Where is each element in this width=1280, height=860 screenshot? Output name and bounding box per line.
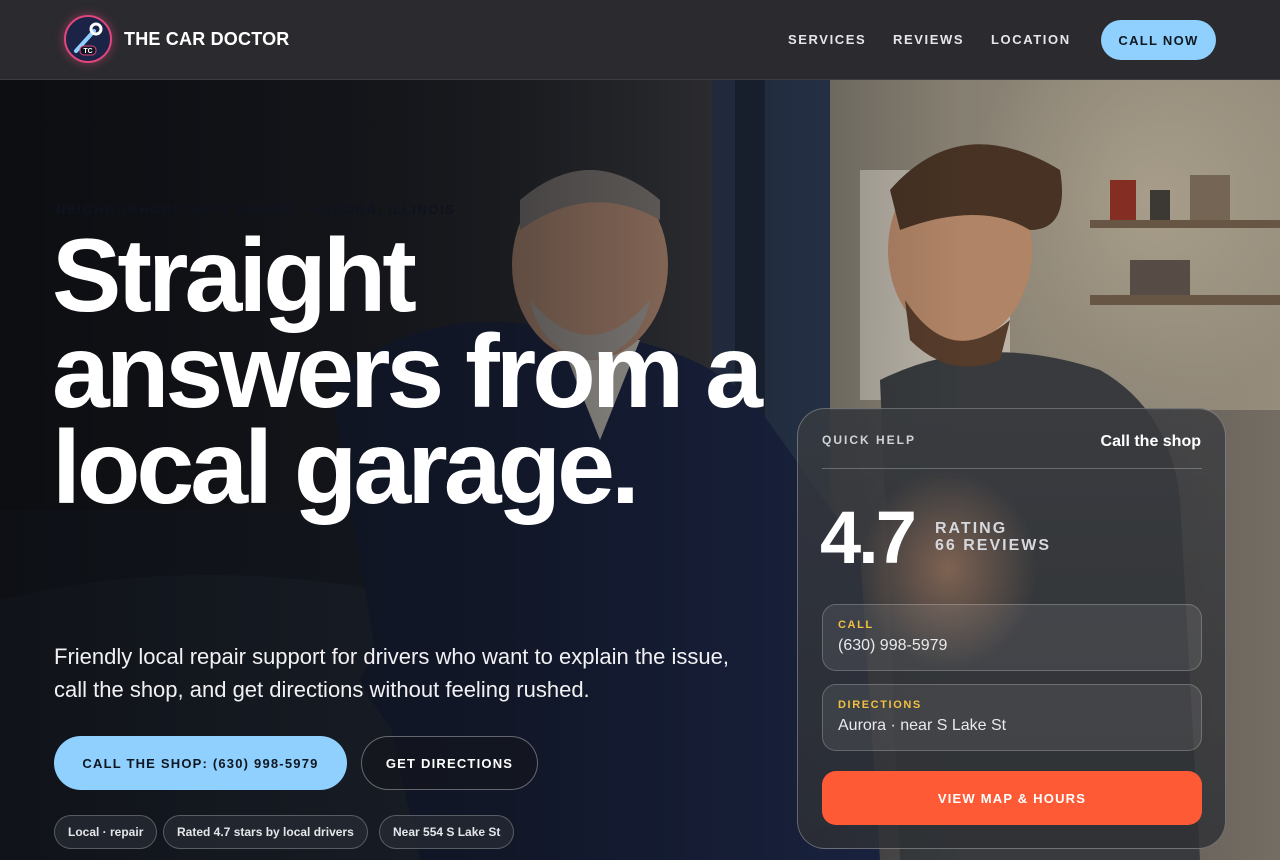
get-directions-button[interactable]: GET DIRECTIONS <box>361 736 538 790</box>
logo-initials: TC <box>83 48 92 55</box>
rating-value: 4.7 <box>820 496 917 579</box>
hero-section: NEIGHBORHOOD AUTO REPAIR · AURORA, ILLIN… <box>0 80 1280 860</box>
hero-eyebrow: NEIGHBORHOOD AUTO REPAIR · AURORA, ILLIN… <box>56 202 456 217</box>
logo-icon[interactable]: TC <box>64 15 112 63</box>
call-phone: (630) 998-5979 <box>838 637 948 654</box>
rating-label: RATING <box>935 520 1008 537</box>
directions-address: Aurora · near S Lake St <box>838 717 1007 734</box>
quick-help-card: QUICK HELP Call the shop 4.7 RATING 66 R… <box>797 408 1226 849</box>
quick-help-kicker: QUICK HELP <box>822 433 917 447</box>
call-shop-button[interactable]: CALL THE SHOP: (630) 998-5979 <box>54 736 347 790</box>
call-label: CALL <box>838 619 874 631</box>
nav-location[interactable]: LOCATION <box>991 32 1071 47</box>
brand-name[interactable]: THE CAR DOCTOR <box>124 29 289 50</box>
call-info-box[interactable]: CALL (630) 998-5979 <box>822 604 1202 671</box>
nav-services[interactable]: SERVICES <box>788 32 866 47</box>
view-map-hours-button[interactable]: VIEW MAP & HOURS <box>822 771 1202 825</box>
directions-info-box[interactable]: DIRECTIONS Aurora · near S Lake St <box>822 684 1202 751</box>
chip-rating: Rated 4.7 stars by local drivers <box>163 815 368 849</box>
nav-reviews[interactable]: REVIEWS <box>893 32 964 47</box>
hero-subcopy: Friendly local repair support for driver… <box>54 644 729 702</box>
directions-label: DIRECTIONS <box>838 699 922 711</box>
chip-local-repair: Local · repair <box>54 815 158 849</box>
rating-label-group: RATING 66 REVIEWS <box>935 520 1051 554</box>
card-divider <box>822 468 1202 469</box>
chip-location: Near 554 S Lake St <box>379 815 515 849</box>
site-header: TC THE CAR DOCTOR SERVICES REVIEWS LOCAT… <box>0 0 1280 80</box>
call-shop-link[interactable]: Call the shop <box>1101 433 1201 451</box>
call-now-button[interactable]: CALL NOW <box>1101 20 1216 60</box>
reviews-count: 66 REVIEWS <box>935 537 1052 554</box>
hero-headline: Straight answers from a local garage. <box>52 218 763 526</box>
